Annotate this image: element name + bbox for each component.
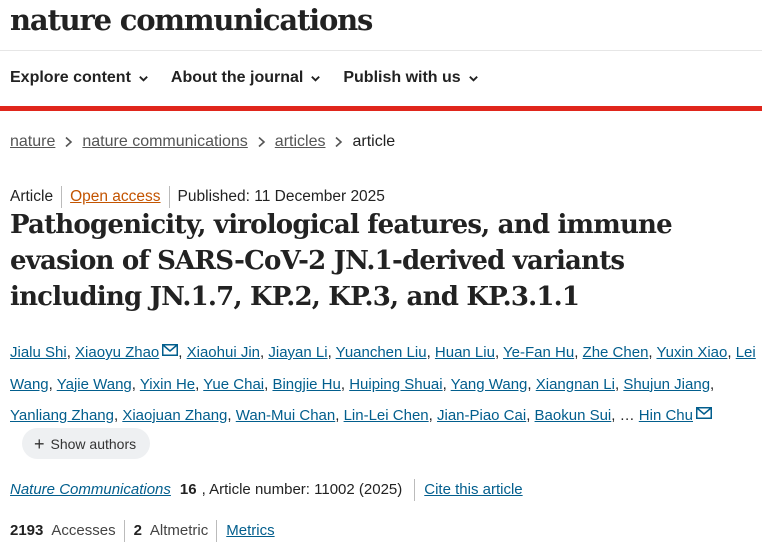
nav-explore-label: Explore content: [10, 69, 131, 86]
author-link[interactable]: Xiaojuan Zhang: [122, 407, 227, 424]
accesses-label: Accesses: [51, 522, 116, 539]
breadcrumb-nature[interactable]: nature: [10, 130, 55, 154]
author-ellipsis: …: [619, 407, 635, 424]
journal-logo[interactable]: nature communications: [10, 2, 373, 38]
breadcrumb-current: article: [352, 133, 396, 150]
author-link[interactable]: Yue Chai: [203, 376, 264, 393]
divider: [0, 50, 762, 51]
metrics-link[interactable]: Metrics: [226, 519, 274, 543]
article-title: Pathogenicity, virological features, and…: [10, 210, 673, 312]
main-nav: Explore content About the journal Publis…: [10, 66, 501, 90]
altmetric-label: Altmetric: [149, 522, 209, 539]
breadcrumb-nature-communications[interactable]: nature communications: [82, 130, 247, 154]
chevron-down-icon: [468, 75, 478, 82]
article-meta: Article Open access Published: 11 Decemb…: [10, 186, 385, 208]
chevron-right-icon: [65, 136, 73, 148]
open-access-link[interactable]: Open access: [70, 186, 160, 208]
author-link[interactable]: Jiayan Li: [268, 344, 327, 361]
article-type: Article: [10, 188, 54, 205]
nav-about-label: About the journal: [170, 69, 304, 86]
divider: [216, 520, 218, 542]
author-link[interactable]: Yajie Wang: [57, 376, 132, 393]
author-link[interactable]: Shujun Jiang: [623, 376, 710, 393]
published-date: Published: 11 December 2025: [177, 188, 385, 205]
breadcrumb-articles[interactable]: articles: [275, 130, 326, 154]
volume: 16: [179, 481, 197, 498]
chevron-down-icon: [139, 75, 148, 82]
article-number: , Article number: 11002 (2025): [201, 481, 403, 498]
divider: [61, 186, 63, 208]
author-link[interactable]: Huiping Shuai: [349, 376, 442, 393]
nav-explore-content[interactable]: Explore content: [10, 66, 149, 90]
metrics-line: 2193 Accesses 2 Altmetric Metrics: [10, 519, 275, 543]
divider: [123, 520, 125, 542]
breadcrumb: nature nature communications articles ar…: [10, 130, 395, 154]
author-link[interactable]: Xiaoyu Zhao: [75, 344, 159, 361]
author-link[interactable]: Jialu Shi: [10, 344, 67, 361]
author-link[interactable]: Ye-Fan Hu: [503, 344, 574, 361]
chevron-right-icon: [258, 136, 265, 148]
author-link[interactable]: Bingjie Hu: [272, 376, 340, 393]
author-link[interactable]: Xiaohui Jin: [187, 344, 260, 361]
accent-bar: [0, 106, 762, 111]
author-link[interactable]: Yixin He: [140, 376, 195, 393]
author-link[interactable]: Huan Liu: [435, 344, 495, 361]
author-link[interactable]: Xiangnan Li: [536, 376, 615, 393]
divider: [168, 186, 170, 208]
author-link[interactable]: Hin Chu: [639, 407, 693, 424]
author-link[interactable]: Yanliang Zhang: [10, 407, 114, 424]
plus-icon: +: [34, 433, 45, 454]
mail-icon[interactable]: [162, 344, 179, 356]
author-link[interactable]: Baokun Sui: [535, 407, 612, 424]
masthead: nature communications: [10, 2, 373, 42]
author-link[interactable]: Yuanchen Liu: [336, 344, 427, 361]
nav-about-journal[interactable]: About the journal: [171, 66, 321, 90]
chevron-right-icon: [335, 136, 343, 148]
citation-line: Nature Communications 16 , Article numbe…: [10, 478, 523, 502]
chevron-down-icon: [311, 75, 321, 82]
author-list: Jialu Shi, Xiaoyu Zhao, Xiaohui Jin, Jia…: [10, 344, 756, 424]
accesses-count: 2193: [10, 522, 44, 539]
show-authors-label: Show authors: [50, 435, 137, 452]
show-authors-button[interactable]: + Show authors: [22, 428, 151, 459]
author-link[interactable]: Wan-Mui Chan: [236, 407, 335, 424]
nav-publish-with-us[interactable]: Publish with us: [343, 66, 478, 90]
journal-link[interactable]: Nature Communications: [10, 481, 171, 498]
nav-publish-label: Publish with us: [343, 69, 461, 86]
author-link[interactable]: Zhe Chen: [583, 344, 649, 361]
altmetric-count: 2: [133, 522, 142, 539]
mail-icon[interactable]: [696, 407, 712, 419]
author-link[interactable]: Yang Wang: [451, 376, 528, 393]
author-link[interactable]: Lin-Lei Chen: [344, 407, 429, 424]
author-link[interactable]: Yuxin Xiao: [656, 344, 727, 361]
author-link[interactable]: Jian-Piao Cai: [437, 407, 526, 424]
cite-this-article-link[interactable]: Cite this article: [424, 478, 522, 502]
divider: [414, 479, 416, 501]
